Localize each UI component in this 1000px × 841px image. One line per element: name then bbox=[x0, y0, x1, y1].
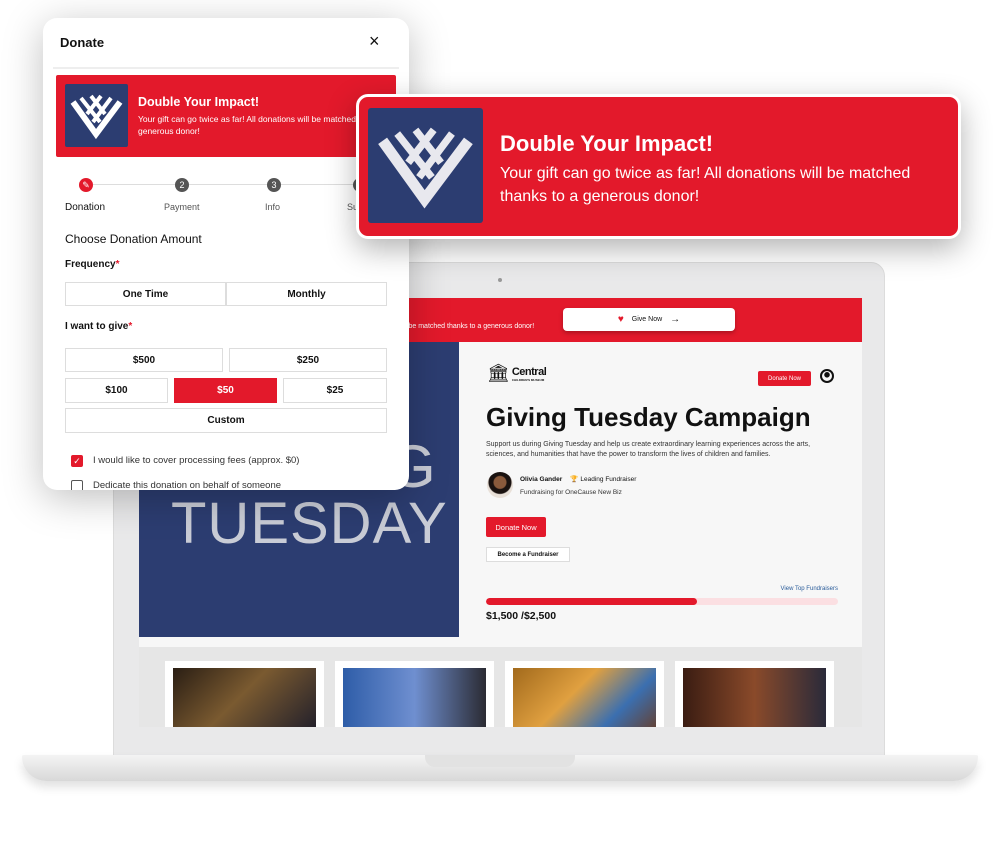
amount-label: I want to give* bbox=[65, 321, 133, 332]
donate-now-button[interactable]: Donate Now bbox=[486, 517, 546, 537]
giving-tuesday-heart-logo bbox=[65, 84, 128, 147]
hero-text: TUESDAY bbox=[171, 491, 448, 556]
match-callout-banner: Double Your Impact! Your gift can go twi… bbox=[356, 94, 961, 239]
gallery-card[interactable] bbox=[505, 661, 664, 727]
heart-icon: ♥ bbox=[617, 314, 624, 325]
museum-icon: 🏛 bbox=[487, 363, 510, 383]
divider bbox=[53, 67, 399, 69]
modal-title: Donate bbox=[60, 35, 105, 50]
one-time-option[interactable]: One Time bbox=[65, 282, 226, 306]
cover-fees-label: I would like to cover processing fees (a… bbox=[93, 455, 300, 466]
view-top-fundraisers-link[interactable]: View Top Fundraisers bbox=[781, 586, 838, 592]
dedicate-checkbox[interactable] bbox=[71, 480, 83, 490]
photo-gallery bbox=[139, 647, 862, 727]
frequency-label: Frequency* bbox=[65, 259, 120, 270]
gallery-card[interactable] bbox=[675, 661, 834, 727]
amount-100[interactable]: $100 bbox=[65, 378, 168, 403]
campaign-description: Support us during Giving Tuesday and hel… bbox=[486, 441, 811, 458]
amount-50[interactable]: $50 bbox=[174, 378, 277, 403]
fundraiser-badge: Leading Fundraiser bbox=[580, 475, 637, 483]
laptop-camera bbox=[498, 278, 502, 282]
raised-amount: $1,500 /$2,500 bbox=[486, 610, 557, 622]
fundraiser-name: Olivia Gander bbox=[520, 475, 563, 483]
giving-tuesday-heart-logo bbox=[368, 108, 483, 223]
amount-25[interactable]: $25 bbox=[283, 378, 387, 403]
dinosaur-photo bbox=[173, 668, 316, 727]
campaign-title: Giving Tuesday Campaign bbox=[486, 402, 811, 432]
step-2: 2 bbox=[175, 178, 189, 192]
trophy-icon: 🏆 bbox=[570, 476, 579, 483]
campaign-panel: 🏛 Central CHILDREN'S MUSEUM Donate Now G… bbox=[459, 342, 862, 637]
gallery-card[interactable] bbox=[165, 661, 324, 727]
banner-title: Double Your Impact! bbox=[138, 95, 260, 109]
gallery-card[interactable] bbox=[335, 661, 494, 727]
org-logo: 🏛 Central CHILDREN'S MUSEUM bbox=[487, 363, 547, 383]
callout-title: Double Your Impact! bbox=[500, 131, 714, 156]
match-banner-text: l be matched thanks to a generous donor! bbox=[405, 323, 535, 330]
pencil-icon: ✎ bbox=[79, 178, 93, 192]
dedicate-label: Dedicate this donation on behalf of some… bbox=[93, 480, 282, 490]
progress-bar bbox=[486, 598, 838, 605]
callout-text: Your gift can go twice as far! All donat… bbox=[500, 165, 911, 205]
modal-match-banner: Double Your Impact! Your gift can go twi… bbox=[56, 75, 400, 157]
become-fundraiser-button[interactable]: Become a Fundraiser bbox=[486, 547, 570, 562]
donate-modal: Donate × Double Your Impact! Your gift c… bbox=[43, 18, 409, 490]
step-label: Payment bbox=[164, 202, 200, 212]
account-icon[interactable] bbox=[820, 369, 834, 383]
amount-500[interactable]: $500 bbox=[65, 348, 223, 372]
step-label: Info bbox=[265, 202, 281, 212]
laptop-notch bbox=[425, 755, 575, 767]
monthly-option[interactable]: Monthly bbox=[226, 282, 387, 306]
give-now-button[interactable]: ♥ Give Now → bbox=[563, 308, 735, 331]
cover-fees-checkbox[interactable]: ✓ bbox=[71, 455, 83, 467]
step-label: Donation bbox=[65, 202, 106, 213]
fundraiser-avatar bbox=[487, 472, 513, 498]
progress-fill bbox=[486, 598, 698, 605]
close-icon[interactable]: × bbox=[369, 31, 380, 52]
step-3: 3 bbox=[267, 178, 281, 192]
arrow-right-icon: → bbox=[670, 314, 681, 325]
section-title: Choose Donation Amount bbox=[65, 232, 202, 246]
custom-amount-button[interactable]: Custom bbox=[65, 408, 387, 433]
fundraiser-for: Fundraising for OneCause New Biz bbox=[520, 489, 622, 496]
exhibit-photo bbox=[683, 668, 826, 727]
header-donate-button[interactable]: Donate Now bbox=[758, 371, 811, 386]
kids-science-photo bbox=[343, 668, 486, 727]
amount-250[interactable]: $250 bbox=[229, 348, 387, 372]
carousel-photo bbox=[513, 668, 656, 727]
